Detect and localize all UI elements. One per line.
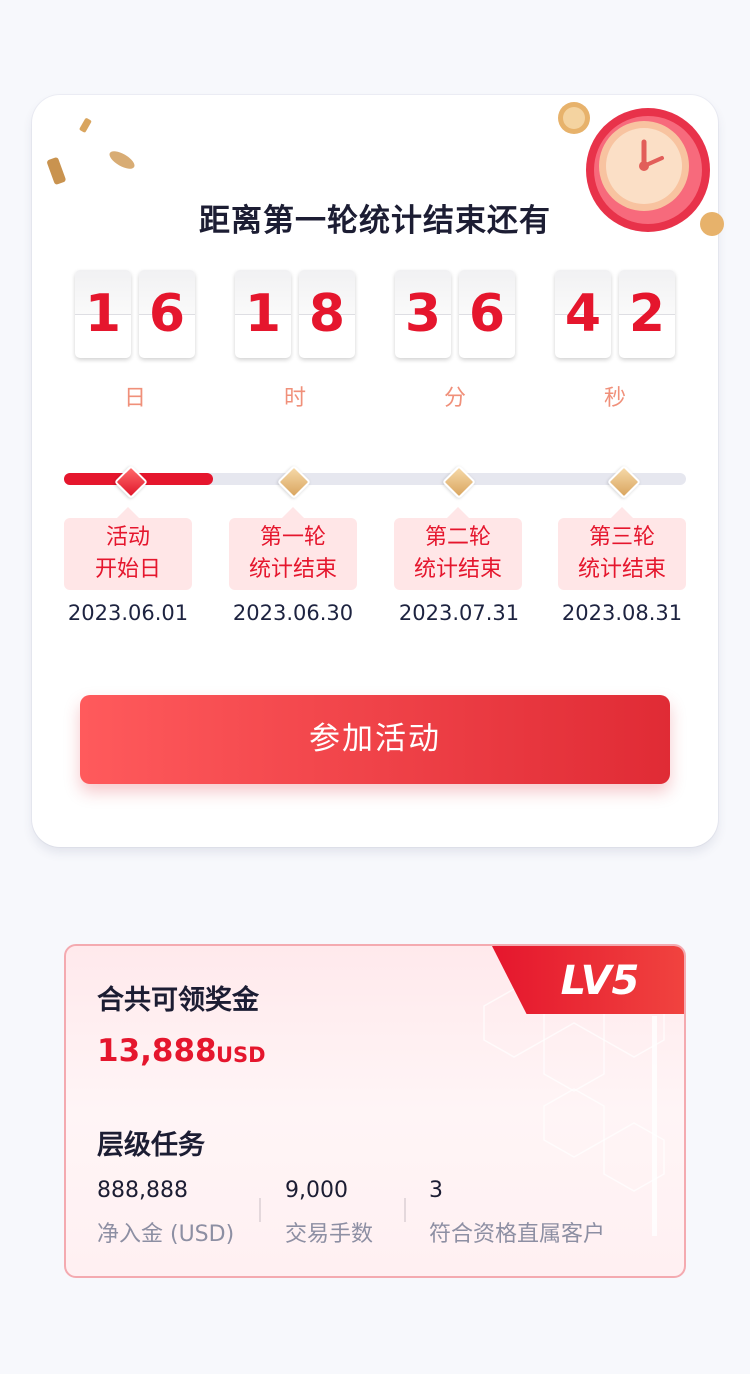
countdown-second-digit-1: 4	[555, 270, 611, 358]
divider	[259, 1198, 261, 1222]
confetti-icon	[47, 118, 135, 185]
milestone-label-round1: 第一轮 统计结束	[229, 507, 357, 590]
countdown-second-digit-2: 2	[619, 270, 675, 358]
task-lots-value: 9,000	[285, 1178, 348, 1203]
level-badge-text: LV5	[560, 958, 640, 1004]
unit-days: 日	[123, 386, 146, 411]
reward-title: 合共可领奖金	[97, 985, 259, 1016]
countdown-minute-digit-1: 3	[395, 270, 451, 358]
divider	[404, 1198, 406, 1222]
milestone-date: 2023.06.30	[232, 601, 354, 625]
join-activity-button[interactable]: 参加活动	[80, 695, 670, 784]
countdown-day-digit-1: 1	[75, 270, 131, 358]
countdown-hour-digit-2: 8	[299, 270, 355, 358]
milestone-label-round3: 第三轮 统计结束	[558, 507, 686, 590]
task-net-deposit-value: 888,888	[97, 1178, 188, 1203]
unit-hours: 时	[283, 386, 306, 411]
reward-amount: 13,888	[97, 1033, 217, 1069]
unit-seconds: 秒	[603, 386, 626, 411]
milestone-label-start: 活动 开始日	[64, 507, 192, 590]
unit-minutes: 分	[443, 386, 466, 411]
reward-currency: USD	[216, 1043, 266, 1067]
timeline-progress-track	[64, 473, 686, 485]
countdown-title: 距离第一轮统计结束还有	[199, 203, 551, 239]
task-title: 层级任务	[97, 1130, 205, 1161]
task-lots-label: 交易手数	[285, 1222, 374, 1247]
countdown-hour-digit-1: 1	[235, 270, 291, 358]
task-clients-value: 3	[429, 1178, 443, 1203]
task-net-deposit-label: 净入金 (USD)	[97, 1222, 235, 1247]
milestone-label-round2: 第二轮 统计结束	[394, 507, 522, 590]
task-clients-label: 符合资格直属客户	[429, 1222, 606, 1247]
milestone-date: 2023.07.31	[398, 601, 520, 625]
milestone-date: 2023.08.31	[561, 601, 683, 625]
countdown-day-digit-2: 6	[139, 270, 195, 358]
countdown-minute-digit-2: 6	[459, 270, 515, 358]
milestone-date: 2023.06.01	[67, 601, 189, 625]
